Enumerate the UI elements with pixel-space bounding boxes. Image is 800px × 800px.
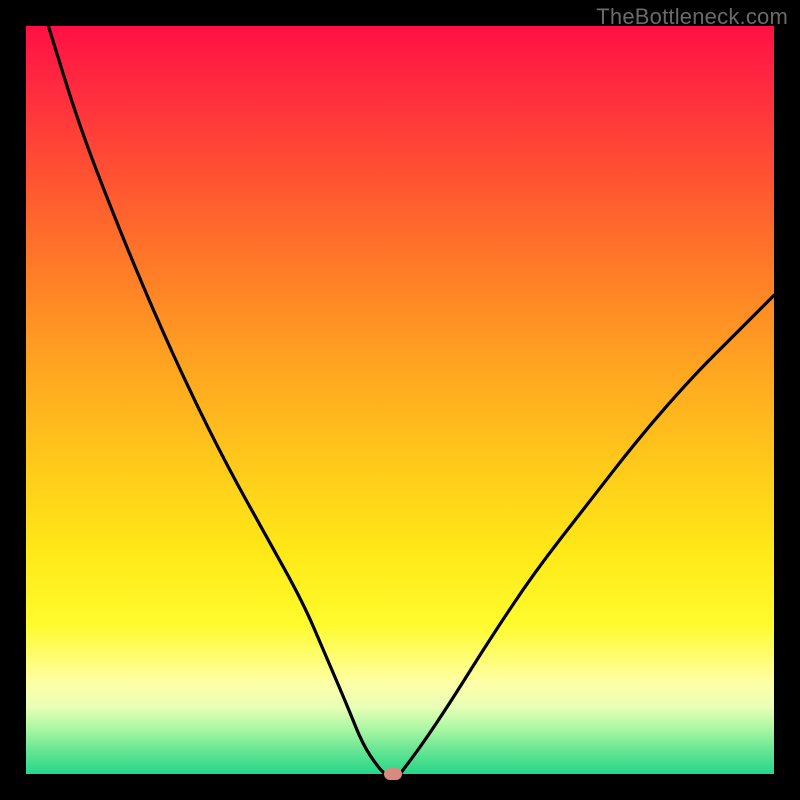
curve-left-branch [48, 26, 385, 774]
chart-gradient-area [26, 26, 774, 774]
bottleneck-curve [26, 26, 774, 774]
frame: TheBottleneck.com [0, 0, 800, 800]
watermark-text: TheBottleneck.com [596, 4, 788, 30]
curve-right-branch [400, 295, 774, 774]
minimum-marker-dot [384, 768, 402, 780]
